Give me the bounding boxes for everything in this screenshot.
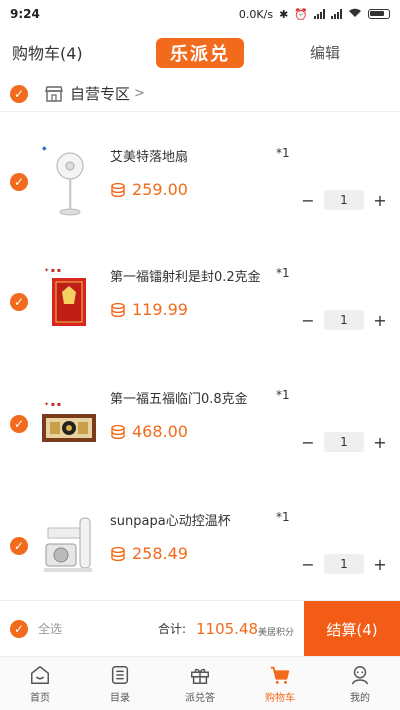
status-time: 9:24 [10,7,40,21]
item-checkbox[interactable]: ✓ [10,415,28,433]
alarm-icon: ⏰ [294,7,308,21]
total-label: 合计: [158,622,187,636]
checkout-bar: ✓ 全选 合计: 1105.48 美居积分 结算(4) [0,600,400,657]
coin-icon [111,182,125,197]
item-checkbox[interactable]: ✓ [10,173,28,191]
item-price: 258.49 [110,544,188,563]
item-price: 119.99 [110,300,188,319]
product-image-cup[interactable] [38,506,98,586]
tab-label: 派兑答 [185,692,215,704]
item-qty-tag: *1 [276,388,290,402]
decrease-button[interactable]: − [298,555,318,574]
tab-label: 目录 [110,692,130,704]
tab-label: 购物车 [265,692,295,704]
store-icon [44,85,64,103]
svg-text:✦ ▪ ▪: ✦ ▪ ▪ [44,267,61,274]
increase-button[interactable]: + [370,433,390,452]
increase-button[interactable]: + [370,555,390,574]
coin-icon [111,424,125,439]
tab-label: 首页 [30,692,50,704]
bluetooth-icon: ✱ [279,7,289,21]
gift-icon [191,668,209,684]
item-checkbox[interactable]: ✓ [10,537,28,555]
increase-button[interactable]: + [370,311,390,330]
item-name: sunpapa心动控温杯 [110,514,231,529]
app-logo: 乐派兑 [156,38,244,68]
signal-icon-2 [331,9,342,19]
tab-label: 我的 [350,692,370,704]
select-all-label[interactable]: 全选 [38,620,62,637]
tab-catalog[interactable]: 目录 [80,657,160,710]
store-arrow-icon: > [134,86,145,101]
coin-icon [111,546,125,561]
quantity-field[interactable]: 1 [324,310,364,330]
item-qty-tag: *1 [276,266,290,280]
battery-icon [368,9,390,19]
item-price-value: 468.00 [132,422,188,441]
tab-profile[interactable]: 我的 [320,657,400,710]
cart-icon [270,666,290,684]
total-value: 1105.48 [196,619,259,638]
cart-item: ✓ ✦ ▪ ▪ 第一福镭射利是封0.2克金 *1 119.99 − 1 + [0,242,400,362]
item-price: 468.00 [110,422,188,441]
quantity-field[interactable]: 1 [324,190,364,210]
item-name: 第一福五福临门0.8克金 [110,392,248,407]
quantity-field[interactable]: 1 [324,554,364,574]
quantity-stepper: − 1 + [298,554,390,574]
checkout-button[interactable]: 结算(4) [304,601,400,657]
item-price-value: 259.00 [132,180,188,199]
decrease-button[interactable]: − [298,311,318,330]
home-icon [31,665,49,684]
product-image-fan[interactable]: ◆ [38,142,98,222]
quantity-field[interactable]: 1 [324,432,364,452]
select-all-checkbox[interactable]: ✓ [10,619,28,638]
cart-item: ✓ sunpapa心动控温杯 *1 258.49 − 1 + [0,486,400,606]
header: 购物车(4) 乐派兑 编辑 [0,28,400,76]
cart-item: ✓ ◆ 艾美特落地扇 *1 259.00 − 1 + [0,122,400,242]
quantity-stepper: − 1 + [298,432,390,452]
total-unit: 美居积分 [258,628,295,638]
store-row[interactable]: ✓ 自营专区 > [0,76,400,112]
svg-text:✦ ▪ ▪: ✦ ▪ ▪ [44,401,61,408]
cart-title: 购物车(4) [12,44,83,63]
quantity-stepper: − 1 + [298,310,390,330]
decrease-button[interactable]: − [298,433,318,452]
item-price-value: 119.99 [132,300,188,319]
cart-item: ✓ ✦ ▪ ▪ 第一福五福临门0.8克金 *1 468.00 − 1 + [0,364,400,484]
product-image-gold-box[interactable]: ✦ ▪ ▪ [38,384,98,464]
product-image-red-envelope[interactable]: ✦ ▪ ▪ [38,262,98,342]
item-price: 259.00 [110,180,188,199]
item-qty-tag: *1 [276,146,290,160]
svg-text:◆: ◆ [42,145,47,152]
wifi-icon [348,8,362,21]
store-checkbox[interactable]: ✓ [10,84,28,103]
decrease-button[interactable]: − [298,191,318,210]
item-qty-tag: *1 [276,510,290,524]
catalog-icon [111,665,129,684]
coin-icon [111,302,125,317]
item-name: 艾美特落地扇 [110,150,189,165]
store-name: 自营专区 [70,85,131,103]
user-icon [351,665,369,684]
edit-button[interactable]: 编辑 [310,42,340,63]
tab-cart[interactable]: 购物车 [240,657,320,710]
item-name: 第一福镭射利是封0.2克金 [110,270,261,285]
tab-home[interactable]: 首页 [0,657,80,710]
bottom-tab-bar: 首页 目录 派兑答 购物车 我的 [0,656,400,710]
quantity-stepper: − 1 + [298,190,390,210]
signal-icon [314,9,325,19]
network-speed: 0.0K/s [238,7,274,21]
status-bar: 9:24 0.0K/s ✱ ⏰ [0,0,400,28]
item-checkbox[interactable]: ✓ [10,293,28,311]
item-price-value: 258.49 [132,544,188,563]
tab-exchange[interactable]: 派兑答 [160,657,240,710]
increase-button[interactable]: + [370,191,390,210]
